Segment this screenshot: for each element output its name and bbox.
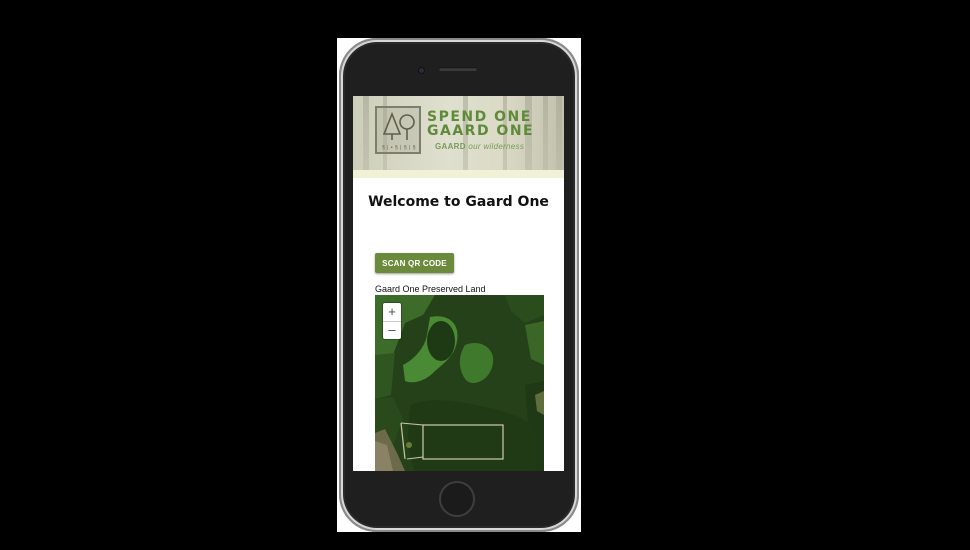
phone-screen: § | • § | § | § SPEND ONE GAARD ONE GAAR… [353,96,564,471]
tree-logo-icon [383,112,415,140]
zoom-out-button[interactable]: – [383,321,401,339]
logo-small-text: § | • § | § | § [382,145,416,151]
satellite-map[interactable]: + – [375,295,544,471]
home-button[interactable] [439,481,475,517]
scan-qr-code-button[interactable]: SCAN QR CODE [375,253,454,273]
page-title: Welcome to Gaard One [368,194,549,210]
brand-logo: § | • § | § | § [375,106,421,154]
header-banner: § | • § | § | § SPEND ONE GAARD ONE GAAR… [353,96,564,170]
slogan-line-1: SPEND ONE [427,109,532,125]
speaker-grill [439,67,477,71]
tagline-brand: GAARD [435,142,466,151]
header-divider-band [353,170,564,178]
map-zoom-control: + – [383,303,401,339]
tagline: GAARD our wilderness [435,142,524,151]
front-camera-icon [419,68,424,73]
slogan-line-2: GAARD ONE [427,123,535,139]
tagline-rest: our wilderness [465,142,525,151]
map-label: Gaard One Preserved Land [375,284,486,294]
zoom-in-button[interactable]: + [383,303,401,321]
